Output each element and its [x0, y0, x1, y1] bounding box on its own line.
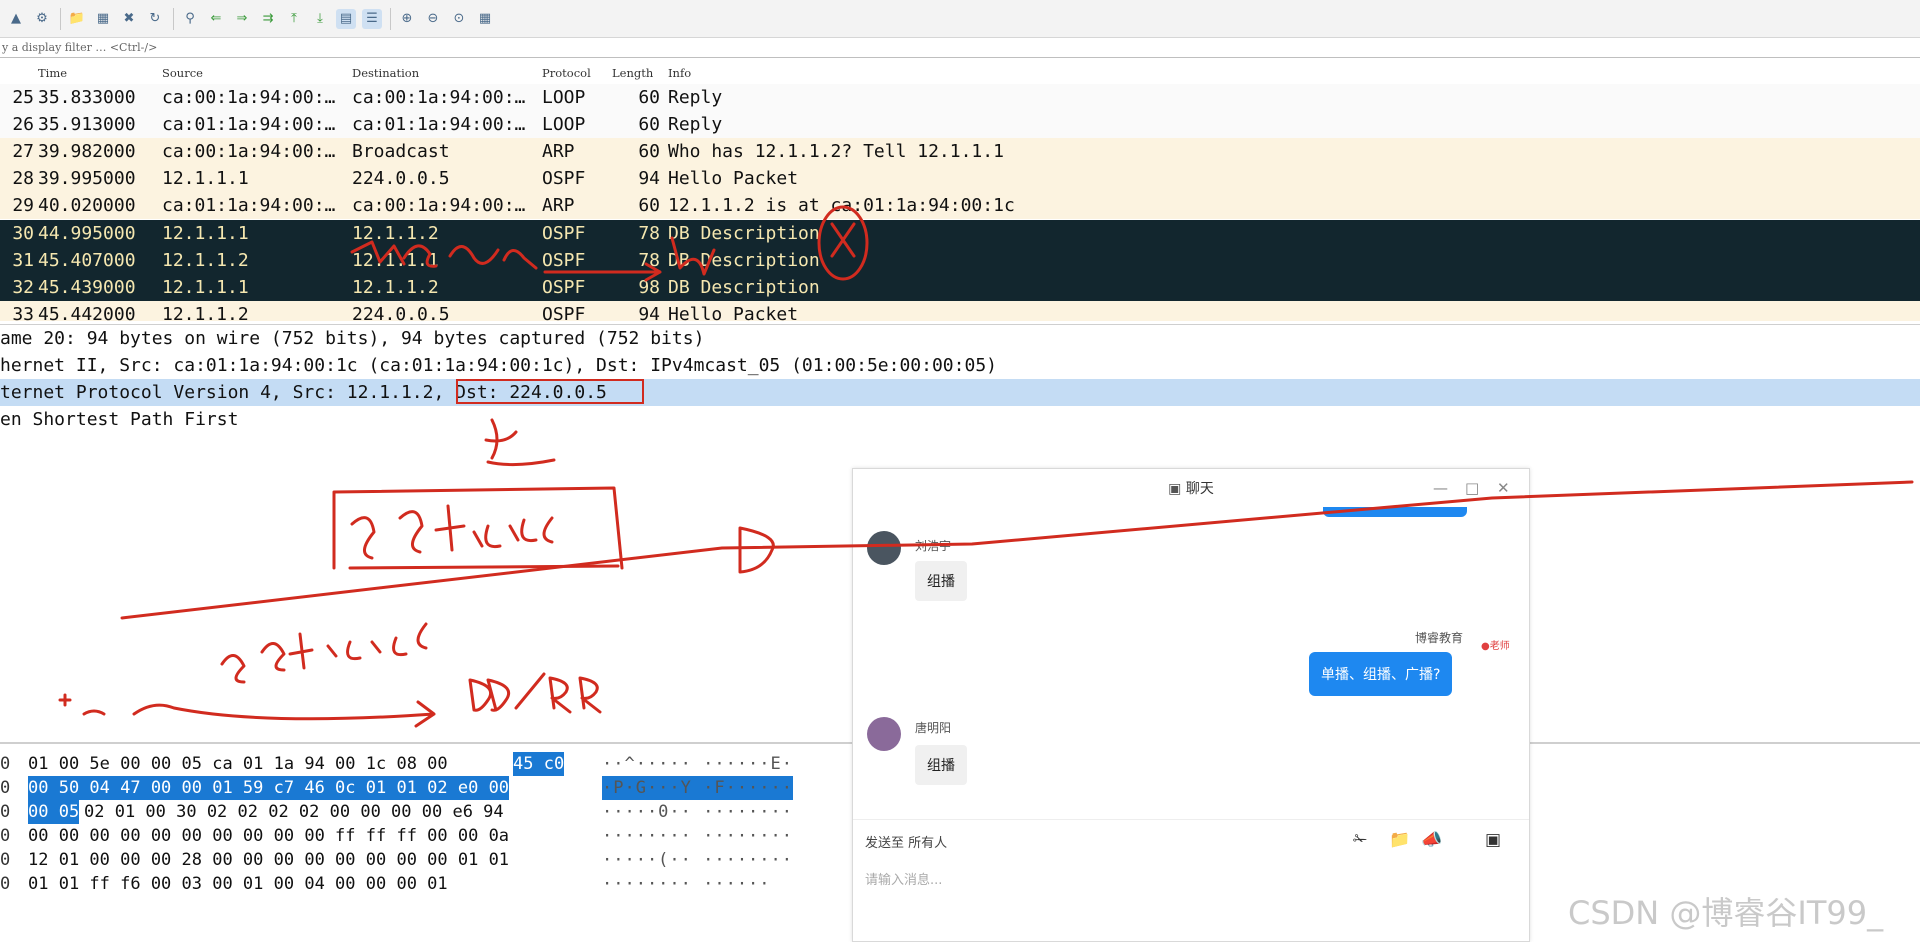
- annotation-arrow: [82, 700, 436, 728]
- annotation-arrow: [543, 262, 662, 282]
- annotation-text-zu: [484, 418, 556, 467]
- annotation-strike-line: [120, 480, 1914, 620]
- annotation-bracket: [332, 486, 624, 570]
- annotation-text-224-0-0-6: [350, 504, 554, 560]
- handwritten-annotations: [58, 205, 1914, 728]
- annotation-letter-d: [738, 526, 775, 574]
- annotation-scribble: [502, 249, 538, 270]
- annotation-scribble: [448, 245, 500, 265]
- annotation-scribble: [402, 244, 438, 268]
- annotation-scribble: [350, 240, 406, 266]
- annotation-scribble: [670, 236, 716, 276]
- annotation-circle: [817, 205, 869, 281]
- annotation-text-dd-dr: [468, 672, 602, 714]
- annotation-text-224-0-0-6: [220, 622, 428, 684]
- annotation-plus: [58, 693, 72, 707]
- annotation-x: [830, 222, 856, 258]
- watermark: CSDN @博睿谷IT99_: [1568, 894, 1884, 932]
